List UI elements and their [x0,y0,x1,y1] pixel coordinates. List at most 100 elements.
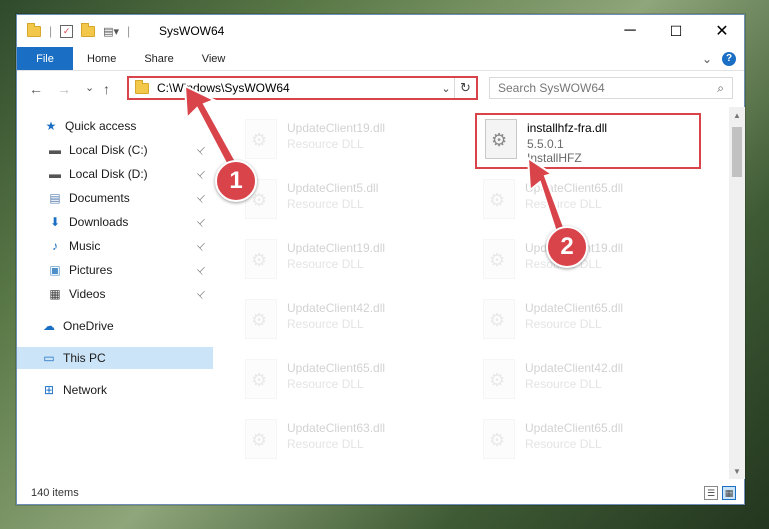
tab-share[interactable]: Share [130,47,187,70]
search-input[interactable]: Search SysWOW64 [498,81,605,95]
pin-icon[interactable]: ⊥ [194,143,208,157]
sidebar-item-music[interactable]: ♪ Music ⊥ [17,235,213,257]
tab-home[interactable]: Home [73,47,130,70]
title-bar: | ✓ ▤▾ | SysWOW64 ─ ☐ ✕ [17,15,744,47]
pin-icon[interactable]: ⊥ [194,167,208,181]
sidebar-item-local-disk-d[interactable]: ▬ Local Disk (D:) ⊥ [17,163,213,185]
sidebar-item-label: Pictures [69,263,113,277]
sidebar-item-pictures[interactable]: ▣ Pictures ⊥ [17,259,213,281]
new-folder-icon[interactable] [81,22,96,37]
sidebar-item-label: OneDrive [63,319,114,333]
file-item[interactable]: ⚙ UpdateClient5.dll Resource DLL [237,179,457,227]
properties-icon[interactable]: ✓ [60,24,74,38]
gear-icon: ⚙ [251,430,268,450]
sidebar-item-onedrive[interactable]: ☁ OneDrive [17,315,213,337]
sidebar-item-label: Local Disk (D:) [69,167,148,181]
search-box[interactable]: Search SysWOW64 ⌕ [489,77,733,99]
vertical-scrollbar[interactable]: ▲ ▼ [729,107,745,479]
file-explorer-window: | ✓ ▤▾ | SysWOW64 ─ ☐ ✕ File Home Share … [16,14,745,505]
address-path[interactable]: C:\Windows\SysWOW64 [157,81,438,95]
documents-icon: ▤ [49,191,61,205]
sidebar-item-downloads[interactable]: ⬇ Downloads ⊥ [17,211,213,233]
minimize-button[interactable]: ─ [607,15,653,47]
sidebar-item-documents[interactable]: ▤ Documents ⊥ [17,187,213,209]
file-item[interactable]: ⚙ UpdateClient42.dll Resource DLL [475,359,695,407]
file-item[interactable]: ⚙ UpdateClient65.dll Resource DLL [475,299,695,347]
sidebar-item-label: Documents [69,191,130,205]
computer-icon: ▭ [43,351,55,365]
folder-icon [135,79,149,94]
file-item-installhfz-fra[interactable]: ⚙ installhfz-fra.dll 5.5.0.1 InstallHFZ [475,113,701,169]
gear-icon: ⚙ [251,370,268,390]
sidebar-item-network[interactable]: ⊞ Network [17,379,213,401]
file-text: UpdateClient19.dll Resource DLL [287,239,385,271]
window-title: SysWOW64 [159,24,225,38]
expand-ribbon-icon[interactable]: ⌄ [702,52,712,66]
sidebar-item-local-disk-c[interactable]: ▬ Local Disk (C:) ⊥ [17,139,213,161]
up-button[interactable]: ↑ [103,81,110,97]
pin-icon[interactable]: ⊥ [194,239,208,253]
customize-toolbar-icon[interactable]: ▤▾ [103,25,119,38]
status-bar: 140 items ☰ ▦ [17,481,744,505]
step-2-badge: 2 [546,226,588,268]
file-item[interactable]: ⚙ UpdateClient19.dll Resource DLL [237,239,457,287]
file-name: UpdateClient19.dll [287,121,386,135]
file-type: Resource DLL [287,197,364,211]
tab-file[interactable]: File [17,47,73,70]
recent-locations-button[interactable]: ⌄ [85,81,94,94]
file-text: UpdateClient5.dll Resource DLL [287,179,378,211]
details-view-icon[interactable]: ☰ [704,486,718,500]
sidebar-item-label: Videos [69,287,106,301]
gear-icon: ⚙ [489,250,506,270]
tiles-view-icon[interactable]: ▦ [722,486,736,500]
file-item[interactable]: ⚙ UpdateClient65.dll Resource DLL [475,179,695,227]
scroll-thumb[interactable] [732,127,742,177]
drive-icon: ▬ [49,143,61,157]
star-icon: ★ [45,119,57,133]
file-item[interactable]: ⚙ UpdateClient65.dll Resource DLL [237,359,457,407]
back-button[interactable]: ← [29,81,43,97]
file-text: UpdateClient63.dll Resource DLL [287,419,385,451]
tab-view[interactable]: View [188,47,240,70]
file-name: installhfz-fra.dll [527,121,608,135]
download-icon: ⬇ [49,215,61,229]
file-item[interactable]: ⚙ UpdateClient63.dll Resource DLL [237,419,457,467]
file-item[interactable]: ⚙ UpdateClient19.dll Resource DLL [237,119,457,167]
gear-icon: ⚙ [251,130,268,150]
file-text: UpdateClient65.dll Resource DLL [525,419,623,451]
refresh-button[interactable]: ↻ [454,78,476,98]
scroll-down-icon[interactable]: ▼ [729,463,745,479]
sidebar-item-quick-access[interactable]: ★ Quick access [17,115,213,137]
maximize-button[interactable]: ☐ [653,15,699,47]
close-button[interactable]: ✕ [699,15,745,47]
pictures-icon: ▣ [49,263,61,277]
file-text: UpdateClient42.dll Resource DLL [525,359,623,391]
sidebar-item-this-pc[interactable]: ▭ This PC [17,347,213,369]
file-type: Resource DLL [525,377,602,391]
forward-button[interactable]: → [57,81,71,97]
file-type: Resource DLL [287,257,364,271]
cloud-icon: ☁ [43,319,55,333]
music-icon: ♪ [52,239,58,253]
file-name: UpdateClient42.dll [287,301,386,315]
file-name: UpdateClient65.dll [525,181,624,195]
navigation-bar: ← → ⌄ ↑ C:\Windows\SysWOW64 ⌄ ↻ Search S… [17,73,744,105]
address-dropdown-icon[interactable]: ⌄ [438,82,454,95]
file-text: UpdateClient42.dll Resource DLL [287,299,385,331]
pin-icon[interactable]: ⊥ [194,263,208,277]
file-item[interactable]: ⚙ UpdateClient42.dll Resource DLL [237,299,457,347]
sidebar-item-label: Local Disk (C:) [69,143,148,157]
address-bar[interactable]: C:\Windows\SysWOW64 ⌄ ↻ [127,76,478,100]
dll-file-icon: ⚙ [483,299,515,339]
pin-icon[interactable]: ⊥ [194,191,208,205]
folder-icon [27,22,41,37]
sidebar-item-videos[interactable]: ▦ Videos ⊥ [17,283,213,305]
ribbon-tabs: File Home Share View ⌄ ? [17,47,744,71]
scroll-up-icon[interactable]: ▲ [729,107,745,123]
file-text: installhfz-fra.dll 5.5.0.1 InstallHFZ [527,119,607,165]
file-item[interactable]: ⚙ UpdateClient65.dll Resource DLL [475,419,695,467]
pin-icon[interactable]: ⊥ [194,287,208,301]
ribbon-controls: ⌄ ? [702,47,744,70]
pin-icon[interactable]: ⊥ [194,215,208,229]
help-icon[interactable]: ? [722,51,736,66]
